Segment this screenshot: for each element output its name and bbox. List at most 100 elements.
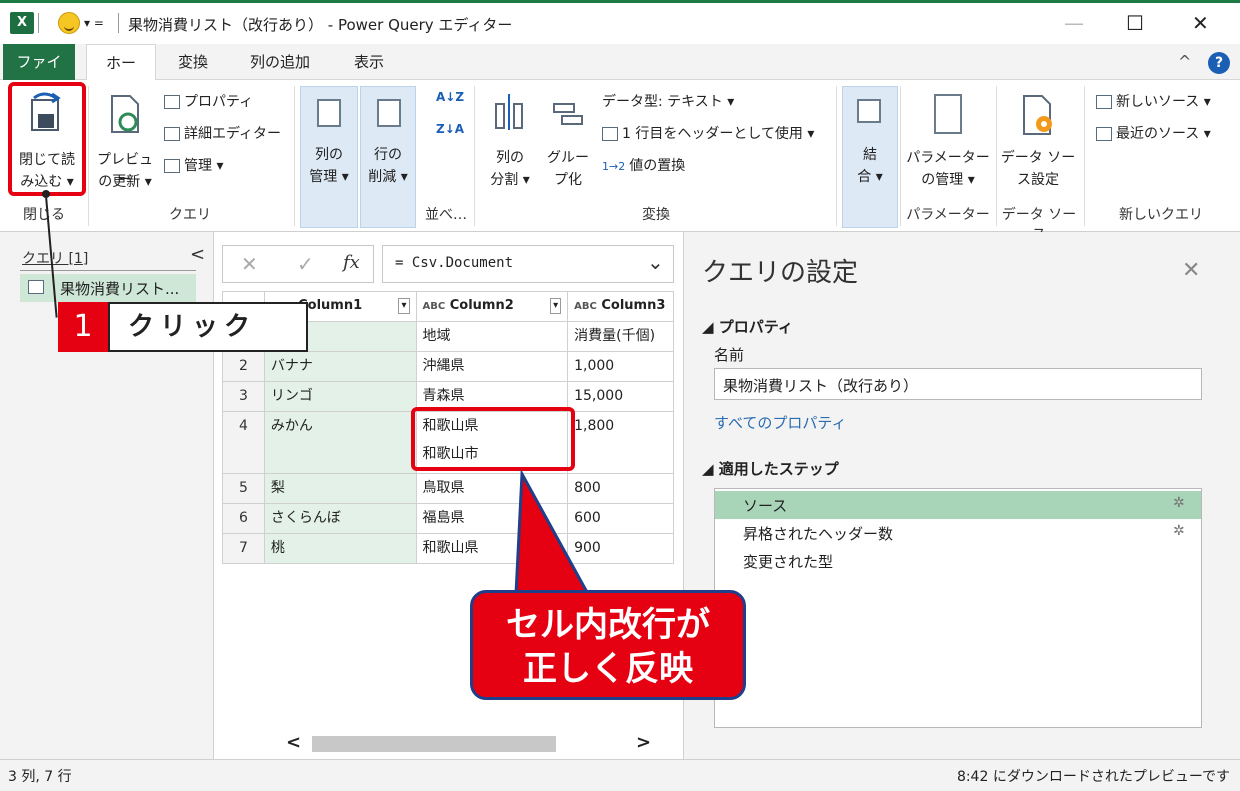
- divider: [118, 13, 119, 33]
- collapse-pane-button[interactable]: <: [190, 244, 205, 265]
- table-cell[interactable]: 桃: [263, 533, 417, 564]
- status-column-row-count: 3 列, 7 行: [8, 769, 72, 785]
- step-label: 変更された型: [743, 553, 834, 571]
- close-pane-button[interactable]: ✕: [1182, 258, 1200, 283]
- chevron-down-icon[interactable]: ⌄: [647, 250, 664, 274]
- step-item-promoted-headers[interactable]: 昇格されたヘッダー数 ✲: [715, 519, 1201, 547]
- combine-button[interactable]: 結 合 ▾: [842, 86, 898, 228]
- scroll-thumb[interactable]: [312, 736, 556, 752]
- cancel-formula-button[interactable]: ✕: [241, 252, 258, 276]
- new-source-icon: [1096, 95, 1112, 109]
- commit-formula-button[interactable]: ✓: [297, 252, 314, 276]
- all-properties-link[interactable]: すべてのプロパティ: [714, 412, 846, 433]
- table-cell[interactable]: みかん: [263, 411, 417, 474]
- combine-label-2: 合 ▾: [857, 169, 883, 185]
- tab-add-column[interactable]: 列の追加: [238, 44, 322, 80]
- table-icon: [602, 127, 618, 141]
- query-item-fruit-list[interactable]: 果物消費リスト...: [20, 274, 196, 302]
- row-number[interactable]: 5: [222, 473, 265, 504]
- tab-transform[interactable]: 変換: [166, 44, 220, 80]
- new-source-dropdown[interactable]: 新しいソース ▾: [1096, 92, 1211, 112]
- reduce-rows-button[interactable]: 行の 削減 ▾: [360, 86, 416, 228]
- column-header-3[interactable]: ABC Column3: [567, 291, 674, 322]
- fx-icon[interactable]: fx: [343, 252, 360, 273]
- close-window-button[interactable]: ✕: [1192, 11, 1209, 35]
- callout-bubble: セル内改行が 正しく反映: [470, 590, 746, 700]
- data-source-settings-button[interactable]: データ ソー ス設定: [998, 90, 1078, 190]
- advanced-editor-button[interactable]: 詳細エディター: [164, 124, 281, 144]
- type-icon: ABC: [574, 301, 597, 312]
- manage-button[interactable]: 管理 ▾: [164, 156, 223, 176]
- scroll-right-button[interactable]: >: [636, 732, 651, 753]
- query-name-value: 果物消費リスト（改行あり）: [723, 377, 919, 395]
- step-item-changed-type[interactable]: 変更された型: [715, 547, 1201, 575]
- applied-steps-header[interactable]: ◢ 適用したステップ: [702, 458, 839, 479]
- columns-icon: [317, 99, 341, 127]
- table-cell[interactable]: さくらんぼ: [263, 503, 417, 534]
- use-first-row-as-headers-button[interactable]: 1 行目をヘッダーとして使用 ▾: [602, 124, 814, 144]
- step-item-source[interactable]: ソース ✲: [715, 491, 1201, 519]
- row-number[interactable]: 4: [222, 411, 265, 474]
- scroll-left-button[interactable]: <: [286, 732, 301, 753]
- gear-icon[interactable]: ✲: [1173, 495, 1185, 511]
- bubble-line-2: 正しく反映: [523, 649, 693, 689]
- table-cell[interactable]: 15,000: [567, 381, 674, 412]
- table-cell[interactable]: リンゴ: [263, 381, 417, 412]
- tab-file[interactable]: ファイル: [3, 44, 75, 107]
- row-number[interactable]: 2: [222, 351, 265, 382]
- row-number[interactable]: 7: [222, 533, 265, 564]
- filter-dropdown-icon[interactable]: ▾: [398, 298, 410, 314]
- query-item-label: 果物消費リスト...: [60, 280, 180, 298]
- smiley-feedback-icon[interactable]: [58, 12, 80, 34]
- query-settings-pane: クエリの設定 ✕ ◢ プロパティ 名前 果物消費リスト（改行あり） すべてのプロ…: [683, 232, 1240, 759]
- query-name-input[interactable]: 果物消費リスト（改行あり）: [714, 368, 1202, 400]
- row-number[interactable]: 6: [222, 503, 265, 534]
- reduce-rows-label-1: 行の: [374, 147, 402, 163]
- maximize-button[interactable]: ☐: [1126, 11, 1144, 35]
- group-by-button[interactable]: グルー プ化: [540, 90, 596, 190]
- separator: [88, 86, 89, 226]
- manage-label: 管理 ▾: [184, 158, 224, 174]
- group-by-label-2: プ化: [554, 172, 582, 188]
- table-cell[interactable]: バナナ: [263, 351, 417, 382]
- combine-icon: [857, 99, 881, 123]
- properties-button[interactable]: プロパティ: [164, 92, 253, 112]
- title-bar: X ▾ = 果物消費リスト（改行あり） - Power Query エディター …: [0, 0, 1240, 44]
- data-type-dropdown[interactable]: データ型: テキスト ▾: [602, 92, 734, 112]
- split-column-button[interactable]: 列の 分割 ▾: [482, 90, 538, 190]
- sort-descending-icon[interactable]: Z↓A: [436, 122, 464, 136]
- properties-section-header[interactable]: ◢ プロパティ: [702, 316, 793, 337]
- table-cell[interactable]: 地域: [415, 321, 569, 352]
- formula-input[interactable]: = Csv.Document ⌄: [382, 245, 674, 283]
- tab-view[interactable]: 表示: [342, 44, 396, 80]
- parameters-icon: [934, 94, 962, 134]
- preview-refresh-button[interactable]: プレビュー の更新 ▾: [92, 90, 158, 190]
- table-cell[interactable]: 消費量(千個): [567, 321, 674, 352]
- manage-columns-button[interactable]: 列の 管理 ▾: [300, 86, 358, 228]
- sort-ascending-icon[interactable]: A↓Z: [436, 90, 464, 104]
- manage-parameters-button[interactable]: パラメーター の管理 ▾: [902, 90, 994, 190]
- row-number[interactable]: 3: [222, 381, 265, 412]
- gear-icon[interactable]: ✲: [1173, 523, 1185, 539]
- replace-values-button[interactable]: 1→2 値の置換: [602, 156, 685, 177]
- collapse-ribbon-icon[interactable]: ^: [1178, 52, 1191, 71]
- step-label: ソース: [743, 497, 788, 515]
- column-header-2[interactable]: ABC Column2 ▾: [415, 291, 569, 322]
- horizontal-scrollbar[interactable]: < >: [282, 732, 672, 754]
- table-cell[interactable]: 沖縄県: [415, 351, 569, 382]
- minimize-button[interactable]: —: [1064, 11, 1084, 35]
- table-cell[interactable]: 1,800: [567, 411, 674, 474]
- split-column-icon: [494, 94, 524, 130]
- recent-source-dropdown[interactable]: 最近のソース ▾: [1096, 124, 1211, 144]
- applied-steps-list: ソース ✲ 昇格されたヘッダー数 ✲ 変更された型: [714, 488, 1202, 728]
- name-label: 名前: [714, 346, 745, 364]
- quick-access-dropdown[interactable]: ▾ =: [84, 16, 104, 30]
- table-cell[interactable]: 1,000: [567, 351, 674, 382]
- filter-dropdown-icon[interactable]: ▾: [550, 298, 562, 314]
- column-header-label: Column3: [601, 298, 666, 313]
- help-icon[interactable]: ?: [1208, 52, 1230, 74]
- table-cell[interactable]: 梨: [263, 473, 417, 504]
- tab-home[interactable]: ホーム: [86, 44, 156, 108]
- preview-refresh-label-2: の更新 ▾: [98, 174, 152, 190]
- divider: [38, 13, 39, 33]
